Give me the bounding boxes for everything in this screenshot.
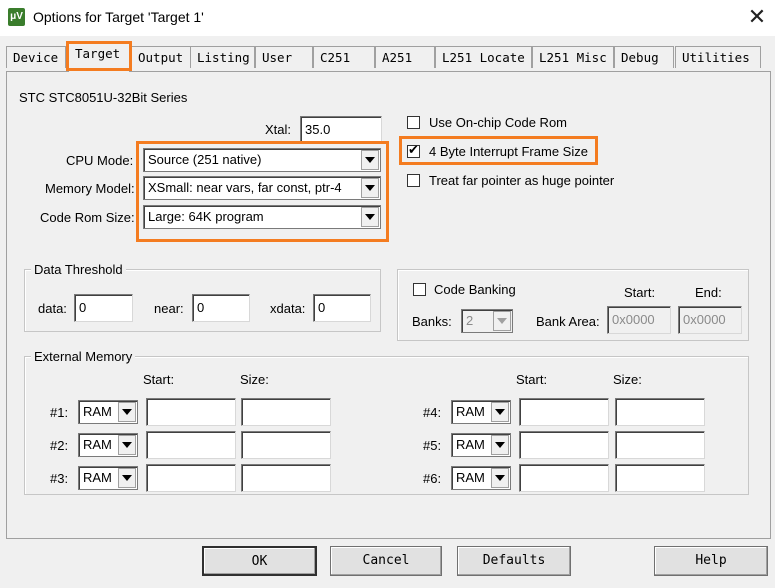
- ext-row-2-type[interactable]: RAM: [78, 433, 138, 457]
- ext-row-2-type-value: RAM: [83, 437, 112, 452]
- ext-row-6-type-value: RAM: [456, 470, 485, 485]
- data-input[interactable]: 0: [74, 294, 133, 322]
- tab-a251[interactable]: A251: [375, 46, 435, 68]
- ext-row-5-label: #5:: [423, 438, 442, 453]
- memory-model-label: Memory Model:: [45, 181, 135, 196]
- ext-row-5-size-input[interactable]: [615, 431, 705, 459]
- ext-row-5-type-value: RAM: [456, 437, 485, 452]
- close-icon[interactable]: ✕: [744, 4, 770, 30]
- ext-row-3-type[interactable]: RAM: [78, 466, 138, 490]
- ext-row-2-start-input[interactable]: [146, 431, 236, 459]
- near-label: near:: [154, 301, 184, 316]
- chevron-down-icon[interactable]: [491, 435, 509, 455]
- chevron-down-icon[interactable]: [118, 435, 136, 455]
- ext-size-label-right: Size:: [613, 372, 642, 387]
- ext-row-4-size-input[interactable]: [615, 398, 705, 426]
- code-rom-size-label: Code Rom Size:: [40, 210, 135, 225]
- bank-start-label: Start:: [624, 285, 656, 300]
- tab-l251-misc[interactable]: L251 Misc: [532, 46, 614, 68]
- app-icon: μV: [8, 8, 25, 26]
- window-title: Options for Target 'Target 1': [33, 9, 204, 25]
- ext-row-1-size-input[interactable]: [241, 398, 331, 426]
- banks-label: Banks:: [412, 314, 452, 329]
- ext-row-2-size-input[interactable]: [241, 431, 331, 459]
- tab-debug[interactable]: Debug: [614, 46, 674, 68]
- cancel-button[interactable]: Cancel: [330, 546, 442, 576]
- ext-row-1-type-value: RAM: [83, 404, 112, 419]
- ext-row-4-start-input[interactable]: [519, 398, 609, 426]
- ext-row-5-type[interactable]: RAM: [451, 433, 511, 457]
- ext-row-3-size-input[interactable]: [241, 464, 331, 492]
- chevron-down-icon[interactable]: [493, 311, 511, 331]
- ext-row-3-label: #3:: [50, 471, 69, 486]
- data-threshold-title: Data Threshold: [31, 262, 126, 277]
- use-onchip-label: Use On-chip Code Rom: [429, 115, 567, 130]
- cpu-settings-highlight: [136, 141, 389, 242]
- bank-end-input[interactable]: 0x0000: [678, 306, 742, 334]
- bank-area-label: Bank Area:: [536, 314, 600, 329]
- ext-row-4-type[interactable]: RAM: [451, 400, 511, 424]
- tab-output[interactable]: Output: [131, 46, 191, 68]
- defaults-button[interactable]: Defaults: [457, 546, 571, 576]
- tab-c251[interactable]: C251: [313, 46, 375, 68]
- xtal-label: Xtal:: [265, 122, 292, 137]
- ext-row-1-label: #1:: [50, 405, 69, 420]
- tab-listing[interactable]: Listing: [190, 46, 255, 68]
- ext-row-1-start-input[interactable]: [146, 398, 236, 426]
- ext-row-5-start-input[interactable]: [519, 431, 609, 459]
- ext-row-6-size-input[interactable]: [615, 464, 705, 492]
- tab-user[interactable]: User: [255, 46, 313, 68]
- bank-end-label: End:: [695, 285, 722, 300]
- bank-start-input[interactable]: 0x0000: [607, 306, 671, 334]
- ext-row-6-type[interactable]: RAM: [451, 466, 511, 490]
- xdata-input[interactable]: 0: [313, 294, 371, 322]
- title-bar: μV Options for Target 'Target 1' ✕: [0, 0, 775, 36]
- banks-select[interactable]: 2: [461, 309, 513, 333]
- device-series-label: STC STC8051U-32Bit Series: [19, 90, 188, 105]
- use-onchip-checkbox[interactable]: [407, 116, 420, 129]
- interrupt-frame-highlight: [399, 136, 598, 165]
- banks-value: 2: [466, 313, 474, 328]
- far-pointer-label: Treat far pointer as huge pointer: [429, 173, 615, 188]
- ext-row-1-type[interactable]: RAM: [78, 400, 138, 424]
- ext-size-label-left: Size:: [240, 372, 269, 387]
- ext-row-6-start-input[interactable]: [519, 464, 609, 492]
- external-memory-title: External Memory: [31, 349, 136, 364]
- tab-l251-locate[interactable]: L251 Locate: [435, 46, 532, 68]
- ext-row-4-type-value: RAM: [456, 404, 485, 419]
- far-pointer-checkbox[interactable]: [407, 174, 420, 187]
- ext-start-label-right: Start:: [516, 372, 548, 387]
- data-label: data:: [38, 301, 67, 316]
- chevron-down-icon[interactable]: [118, 402, 136, 422]
- ext-row-3-start-input[interactable]: [146, 464, 236, 492]
- chevron-down-icon[interactable]: [118, 468, 136, 488]
- tab-device[interactable]: Device: [6, 46, 66, 68]
- ext-row-3-type-value: RAM: [83, 470, 112, 485]
- ext-row-4-label: #4:: [423, 405, 442, 420]
- help-button[interactable]: Help: [654, 546, 768, 576]
- ext-row-2-label: #2:: [50, 438, 69, 453]
- ext-start-label-left: Start:: [143, 372, 175, 387]
- ok-button[interactable]: OK: [202, 546, 317, 576]
- chevron-down-icon[interactable]: [491, 402, 509, 422]
- chevron-down-icon[interactable]: [491, 468, 509, 488]
- near-input[interactable]: 0: [192, 294, 250, 322]
- cpu-mode-label: CPU Mode:: [66, 153, 134, 168]
- code-banking-label: Code Banking: [434, 282, 516, 297]
- tab-utilities[interactable]: Utilities: [675, 46, 761, 68]
- xtal-input[interactable]: 35.0: [300, 116, 382, 144]
- code-banking-checkbox[interactable]: [413, 283, 426, 296]
- ext-row-6-label: #6:: [423, 471, 442, 486]
- xdata-label: xdata:: [270, 301, 306, 316]
- tab-target-highlight: [66, 41, 132, 71]
